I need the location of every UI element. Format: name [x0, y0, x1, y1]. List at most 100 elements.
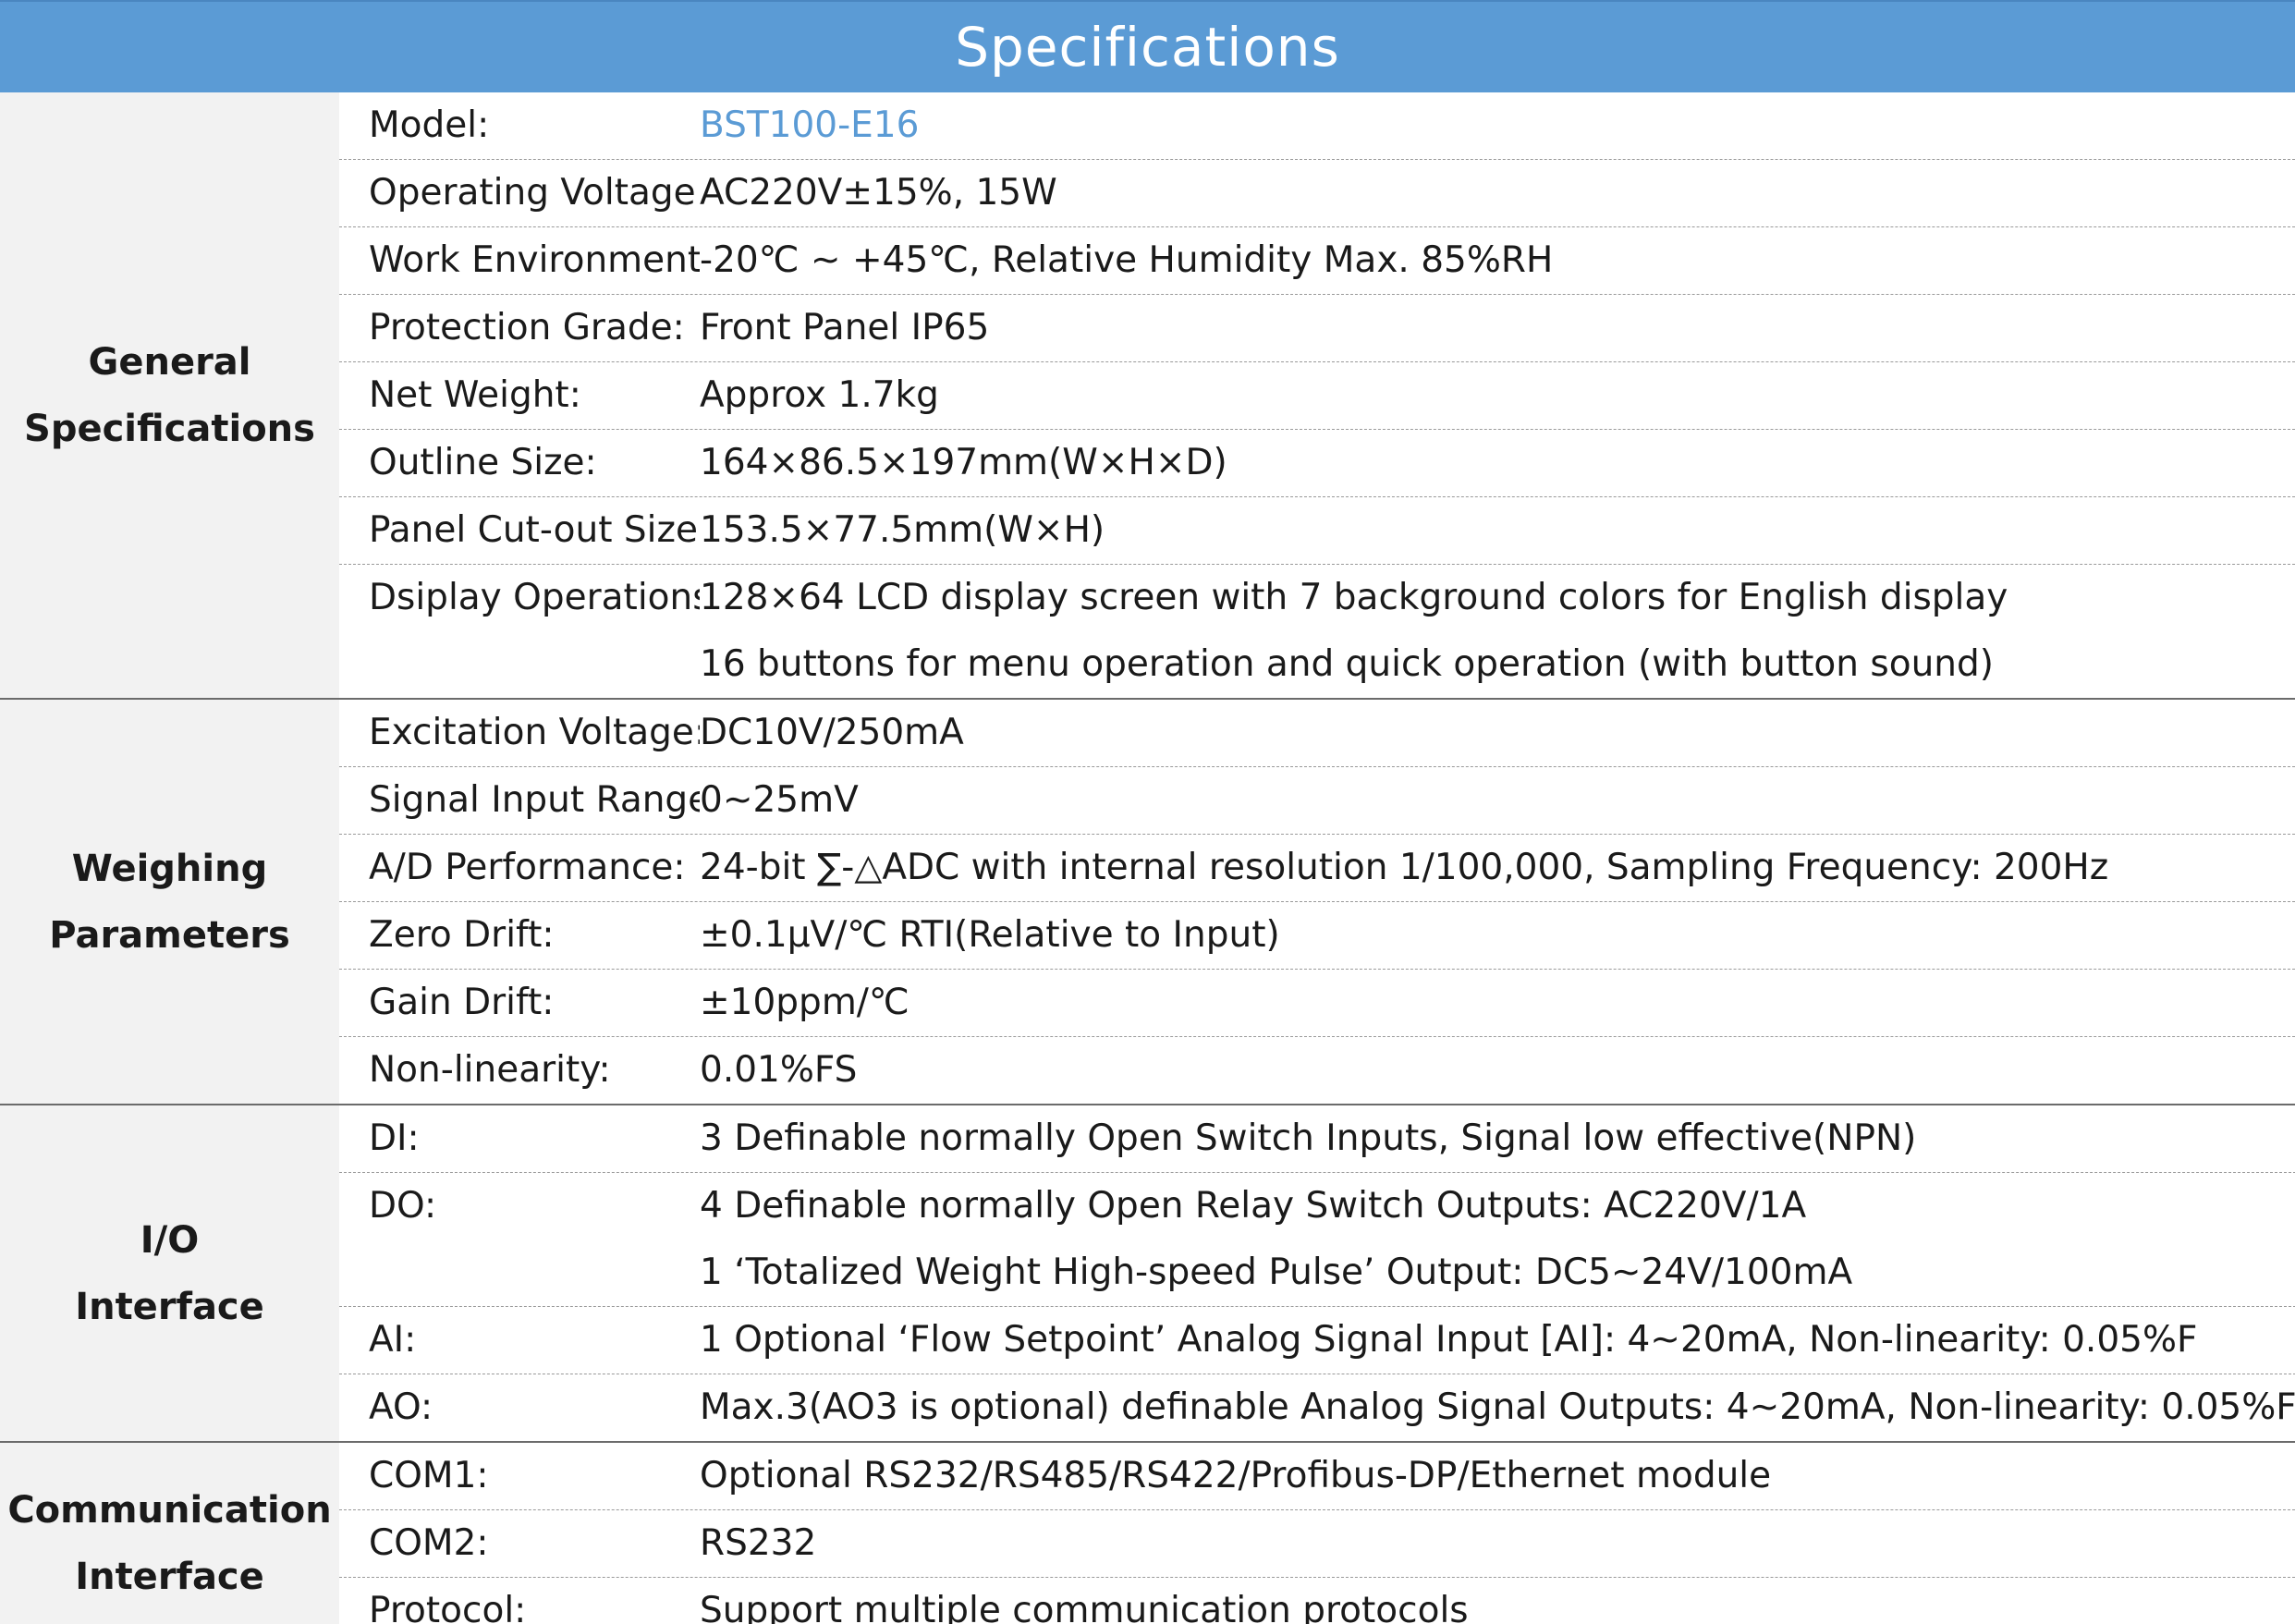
spec-values: RS232	[700, 1510, 2295, 1577]
spec-key: Protocol:	[369, 1590, 527, 1624]
spec-row: Excitation Voltage: DC10V/250mA	[339, 700, 2295, 767]
spec-value: Support multiple communication protocols	[700, 1590, 1469, 1624]
spec-value: AC220V±15%, 15W	[700, 172, 1057, 214]
spec-values: 3 Definable normally Open Switch Inputs,…	[700, 1105, 2295, 1172]
spec-key: Model:	[369, 104, 490, 146]
spec-key: AI:	[369, 1319, 417, 1361]
spec-values: ±10ppm/℃	[700, 970, 2295, 1036]
spec-row: Operating Voltage: AC220V±15%, 15W	[339, 160, 2295, 227]
spec-key: Signal Input Range:	[369, 779, 700, 821]
spec-key: Non-linearity:	[369, 1049, 611, 1091]
spec-values: ±0.1μV/℃ RTI(Relative to Input)	[700, 902, 2295, 969]
spec-values: -20℃ ~ +45℃, Relative Humidity Max. 85%R…	[700, 227, 2295, 294]
spec-values: 0.01%FS	[700, 1037, 2295, 1104]
section-label: Weighing Parameters	[0, 700, 339, 1104]
spec-value: 0~25mV	[700, 779, 859, 821]
spec-key: Zero Drift:	[369, 914, 555, 956]
spec-value: 0.01%FS	[700, 1049, 858, 1091]
spec-values: Max.3(AO3 is optional) definable Analog …	[700, 1374, 2295, 1441]
spec-values: DC10V/250mA	[700, 700, 2295, 766]
spec-values: 164×86.5×197mm(W×H×D)	[700, 430, 2295, 496]
spec-values: Front Panel IP65	[700, 295, 2295, 361]
spec-values: 24-bit ∑-△ADC with internal resolution 1…	[700, 835, 2295, 901]
section-label-line: General	[88, 340, 251, 384]
spec-row: Net Weight: Approx 1.7kg	[339, 362, 2295, 430]
spec-value: DC10V/250mA	[700, 712, 964, 753]
section-label-line: Parameters	[49, 913, 290, 957]
spec-value: ±10ppm/℃	[700, 982, 909, 1023]
spec-value: 24-bit ∑-△ADC with internal resolution 1…	[700, 847, 2109, 888]
spec-sheet: Specifications General Specifications Mode…	[0, 0, 2295, 1624]
spec-values: Optional RS232/RS485/RS422/Profibus-DP/E…	[700, 1443, 2295, 1509]
spec-row: A/D Performance: 24-bit ∑-△ADC with inter…	[339, 835, 2295, 902]
spec-values: Approx 1.7kg	[700, 362, 2295, 429]
spec-key: Gain Drift:	[369, 982, 555, 1023]
spec-row: Zero Drift: ±0.1μV/℃ RTI(Relative to Inpu…	[339, 902, 2295, 970]
spec-row: COM1: Optional RS232/RS485/RS422/Profibus…	[339, 1443, 2295, 1510]
section-rows: Excitation Voltage: DC10V/250mA Signal Inp…	[339, 700, 2295, 1104]
section-label-line: Interface	[75, 1285, 264, 1328]
spec-key: Operating Voltage:	[369, 172, 700, 214]
spec-values: AC220V±15%, 15W	[700, 160, 2295, 226]
section-rows: COM1: Optional RS232/RS485/RS422/Profibus…	[339, 1443, 2295, 1624]
spec-row: Dsiplay Operations: 128×64 LCD display sc…	[339, 565, 2295, 698]
spec-row: AI: 1 Optional ‘Flow Setpoint’ Analog Sig…	[339, 1307, 2295, 1374]
section-label: Communication Interface	[0, 1443, 339, 1624]
spec-value: 16 buttons for menu operation and quick …	[700, 643, 1994, 685]
spec-row: AO: Max.3(AO3 is optional) definable Anal…	[339, 1374, 2295, 1441]
spec-table: General Specifications Model: BST100-E16 Ope…	[0, 92, 2295, 1624]
spec-value: 128×64 LCD display screen with 7 backgro…	[700, 577, 2008, 618]
spec-values: 4 Definable normally Open Relay Switch O…	[700, 1173, 2295, 1306]
spec-key: Net Weight:	[369, 374, 581, 416]
spec-row: DO: 4 Definable normally Open Relay Switc…	[339, 1173, 2295, 1307]
section-label-line: Communication	[7, 1489, 332, 1532]
spec-row: DI: 3 Definable normally Open Switch Inpu…	[339, 1105, 2295, 1173]
spec-row: Panel Cut-out Size: 153.5×77.5mm(W×H)	[339, 497, 2295, 565]
spec-values: 153.5×77.5mm(W×H)	[700, 497, 2295, 564]
spec-value: 3 Definable normally Open Switch Inputs,…	[700, 1117, 1917, 1159]
page-title: Specifications	[955, 16, 1340, 79]
spec-key: DI:	[369, 1117, 420, 1159]
section-label: I/O Interface	[0, 1105, 339, 1441]
spec-section: Communication Interface COM1: Optional RS23…	[0, 1443, 2295, 1624]
spec-key: Excitation Voltage:	[369, 712, 700, 753]
spec-values: Support multiple communication protocols	[700, 1578, 2295, 1624]
section-label-line: Specifications	[24, 407, 315, 450]
spec-row: Model: BST100-E16	[339, 92, 2295, 160]
spec-value: 4 Definable normally Open Relay Switch O…	[700, 1185, 1807, 1227]
spec-row: Non-linearity: 0.01%FS	[339, 1037, 2295, 1104]
spec-value: 1 ‘Totalized Weight High-speed Pulse’ Ou…	[700, 1252, 1853, 1293]
spec-row: Gain Drift: ±10ppm/℃	[339, 970, 2295, 1037]
spec-key: Work Environment:	[369, 239, 700, 281]
section-label-line: I/O	[140, 1218, 200, 1262]
spec-value: Approx 1.7kg	[700, 374, 939, 416]
spec-values: 0~25mV	[700, 767, 2295, 834]
spec-key: A/D Performance:	[369, 847, 686, 888]
spec-row: Work Environment: -20℃ ~ +45℃, Relative H…	[339, 227, 2295, 295]
spec-key: Outline Size:	[369, 442, 597, 483]
spec-row: Protection Grade: Front Panel IP65	[339, 295, 2295, 362]
spec-key: DO:	[369, 1185, 437, 1227]
spec-values: 1 Optional ‘Flow Setpoint’ Analog Signal…	[700, 1307, 2295, 1374]
spec-section: General Specifications Model: BST100-E16 Ope…	[0, 92, 2295, 700]
section-label-line: Weighing	[71, 847, 268, 890]
spec-value: 1 Optional ‘Flow Setpoint’ Analog Signal…	[700, 1319, 2198, 1361]
spec-key: COM1:	[369, 1455, 489, 1496]
spec-value: Optional RS232/RS485/RS422/Profibus-DP/E…	[700, 1455, 1772, 1496]
spec-key: Protection Grade:	[369, 307, 685, 348]
spec-value: 153.5×77.5mm(W×H)	[700, 509, 1105, 551]
spec-value: -20℃ ~ +45℃, Relative Humidity Max. 85%R…	[700, 239, 1554, 281]
section-rows: Model: BST100-E16 Operating Voltage: AC220V…	[339, 92, 2295, 698]
spec-row: Protocol: Support multiple communication …	[339, 1578, 2295, 1624]
spec-key: Dsiplay Operations:	[369, 577, 700, 618]
spec-row: Signal Input Range: 0~25mV	[339, 767, 2295, 835]
spec-value: 164×86.5×197mm(W×H×D)	[700, 442, 1227, 483]
spec-value: ±0.1μV/℃ RTI(Relative to Input)	[700, 914, 1280, 956]
spec-key: Panel Cut-out Size:	[369, 509, 700, 551]
spec-value: Max.3(AO3 is optional) definable Analog …	[700, 1386, 2295, 1428]
title-bar: Specifications	[0, 0, 2295, 92]
spec-section: I/O Interface DI: 3 Definable normally Open…	[0, 1105, 2295, 1443]
spec-section: Weighing Parameters Excitation Voltage: DC1…	[0, 700, 2295, 1105]
section-rows: DI: 3 Definable normally Open Switch Inpu…	[339, 1105, 2295, 1441]
spec-value: RS232	[700, 1522, 817, 1564]
